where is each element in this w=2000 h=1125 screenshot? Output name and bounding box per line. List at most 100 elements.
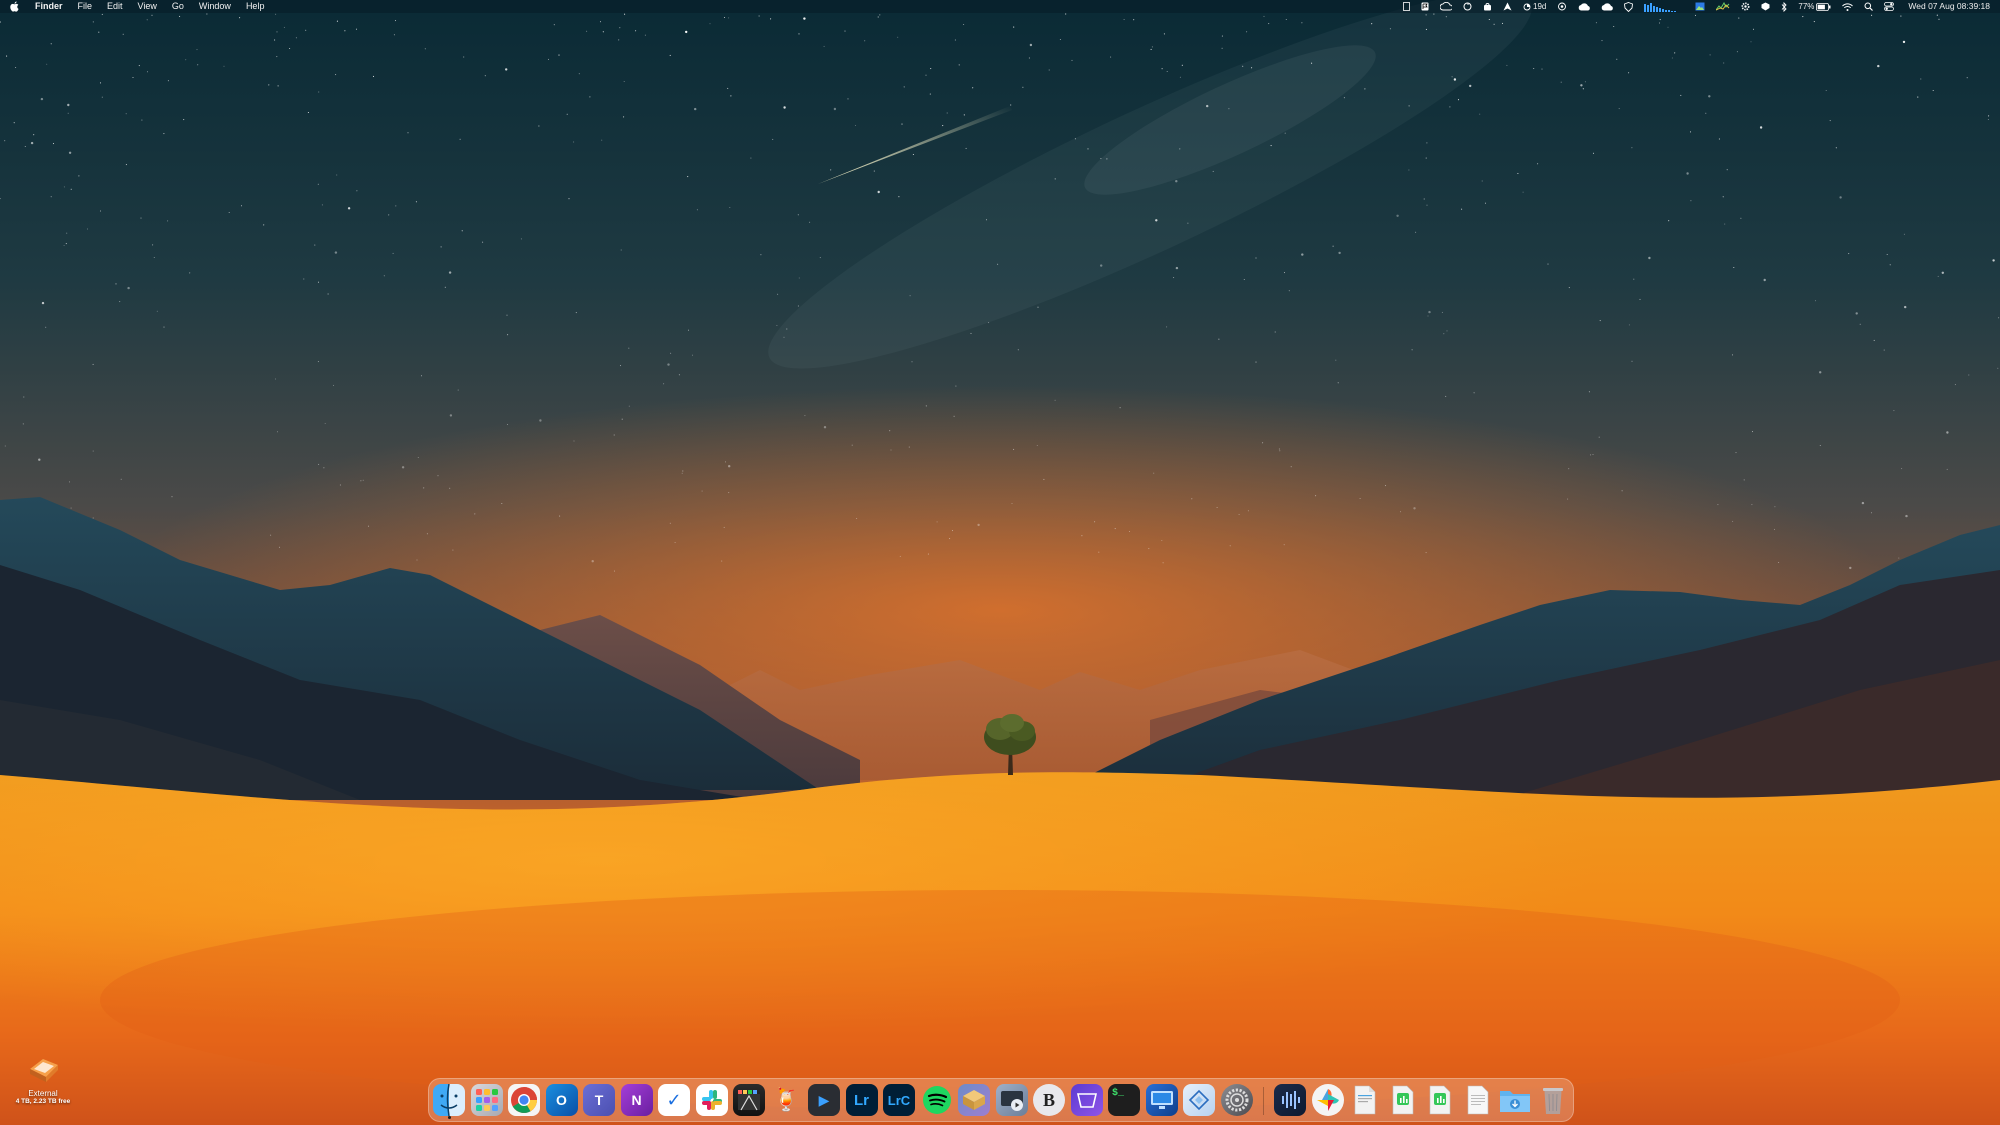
apple-icon[interactable] bbox=[10, 1, 20, 12]
menu-help[interactable]: Help bbox=[246, 0, 265, 13]
dock-onenote[interactable]: N bbox=[620, 1084, 653, 1116]
dock-screen-sharing[interactable] bbox=[1145, 1084, 1178, 1116]
dock-trash[interactable] bbox=[1537, 1084, 1569, 1116]
blueprint-icon bbox=[1188, 1089, 1210, 1111]
dock-notchmeister[interactable] bbox=[1070, 1084, 1103, 1116]
dock-instruments[interactable] bbox=[1183, 1084, 1215, 1116]
dock-final-cut[interactable] bbox=[733, 1084, 765, 1116]
cloud-icon[interactable] bbox=[1578, 0, 1591, 13]
bag-icon[interactable] bbox=[1483, 0, 1492, 13]
weather-cloud-icon[interactable] bbox=[1557, 0, 1567, 13]
dock-document[interactable] bbox=[1349, 1084, 1381, 1116]
menu-clock[interactable]: Wed 07 Aug 08:39:18 bbox=[1908, 0, 1990, 13]
sync-icon[interactable] bbox=[1463, 0, 1472, 13]
dock-numbers-sheet-2[interactable] bbox=[1424, 1084, 1456, 1116]
desktop-wallpaper bbox=[0, 0, 2000, 1125]
menu-edit[interactable]: Edit bbox=[107, 0, 123, 13]
network-graph-icon[interactable] bbox=[1644, 0, 1684, 13]
days-counter[interactable]: 19d bbox=[1523, 0, 1546, 13]
dock-pinwheel[interactable] bbox=[1311, 1084, 1344, 1116]
dock-lightroom-classic[interactable]: LrC bbox=[883, 1084, 915, 1116]
outlook-icon: O bbox=[556, 1092, 567, 1108]
cocktail-icon: 🍹 bbox=[772, 1087, 801, 1112]
text-file-icon bbox=[1467, 1085, 1488, 1115]
dock-cocktail[interactable]: 🍹 bbox=[771, 1084, 803, 1116]
menu-go[interactable]: Go bbox=[172, 0, 184, 13]
todo-icon: ✓ bbox=[666, 1089, 682, 1110]
menu-window[interactable]: Window bbox=[199, 0, 231, 13]
dock-text-file[interactable] bbox=[1462, 1084, 1494, 1116]
launchpad-icon bbox=[475, 1089, 498, 1111]
screen-sharing-icon bbox=[1150, 1091, 1173, 1109]
dock-terminal[interactable]: $_ bbox=[1108, 1084, 1140, 1116]
menu-view[interactable]: View bbox=[138, 0, 157, 13]
chrome-icon bbox=[511, 1087, 537, 1113]
menu-bar-extras: 19d 77% Wed 07 Aug 08:39:18 bbox=[1392, 0, 2000, 13]
finder-icon bbox=[440, 1084, 458, 1116]
flag-icon[interactable] bbox=[1421, 0, 1429, 13]
slack-icon bbox=[701, 1090, 722, 1110]
dock-archive[interactable] bbox=[958, 1084, 990, 1116]
dock-numbers-sheet[interactable] bbox=[1387, 1084, 1419, 1116]
dock-finder-running-dot bbox=[447, 1116, 451, 1119]
lightroom-classic-icon: LrC bbox=[887, 1092, 911, 1108]
downloads-folder-icon bbox=[1500, 1091, 1530, 1112]
dock-lightroom[interactable]: Lr bbox=[845, 1084, 878, 1116]
drive-detail: 4 TB, 2.23 TB free bbox=[15, 1098, 71, 1105]
terminal-icon: $_ bbox=[1112, 1088, 1125, 1099]
pinwheel-icon bbox=[1316, 1089, 1339, 1111]
archive-icon bbox=[963, 1090, 985, 1110]
onenote-icon: N bbox=[631, 1092, 642, 1108]
trash-icon bbox=[1542, 1088, 1563, 1114]
dock-todo[interactable]: ✓ bbox=[658, 1084, 690, 1116]
battery-status[interactable]: 77% bbox=[1798, 0, 1831, 13]
spotify-icon bbox=[922, 1086, 951, 1114]
desktop-drive-external[interactable]: External 4 TB, 2.23 TB free bbox=[8, 1055, 78, 1105]
image-icon[interactable] bbox=[1695, 0, 1705, 13]
lightroom-icon: Lr bbox=[854, 1091, 869, 1109]
dock-separator bbox=[1263, 1087, 1264, 1115]
cloud-sync-icon[interactable] bbox=[1440, 0, 1453, 13]
dock-system-settings[interactable] bbox=[1220, 1084, 1253, 1116]
numbers-sheet-2-icon bbox=[1429, 1085, 1451, 1115]
dock-spotify[interactable] bbox=[921, 1084, 953, 1116]
pie-icon bbox=[1523, 3, 1531, 10]
bluetooth-icon[interactable] bbox=[1781, 0, 1787, 13]
dock-teams[interactable]: T bbox=[583, 1084, 615, 1116]
waveform-icon bbox=[1282, 1091, 1300, 1109]
infuse-icon: ▶ bbox=[818, 1091, 830, 1108]
bell-icon[interactable] bbox=[1761, 0, 1770, 13]
search-icon[interactable] bbox=[1864, 0, 1874, 13]
send-icon[interactable] bbox=[1503, 0, 1512, 13]
dock-screen-recorder[interactable] bbox=[995, 1084, 1028, 1116]
drive-name: External bbox=[28, 1089, 58, 1098]
control-center-icon[interactable] bbox=[1884, 0, 1895, 13]
menu-file[interactable]: File bbox=[78, 0, 93, 13]
gear-icon[interactable] bbox=[1741, 0, 1750, 13]
dock-slack[interactable] bbox=[695, 1084, 728, 1116]
dock-bbedit[interactable]: B bbox=[1033, 1084, 1065, 1116]
numbers-sheet-icon bbox=[1392, 1085, 1413, 1115]
doc-icon[interactable] bbox=[1403, 0, 1410, 13]
cloud-2-icon[interactable] bbox=[1601, 0, 1614, 13]
dock-finder[interactable] bbox=[433, 1084, 465, 1116]
bbedit-icon: B bbox=[1042, 1089, 1055, 1110]
menu-app-name[interactable]: Finder bbox=[35, 0, 63, 13]
external-drive-icon[interactable] bbox=[24, 1055, 62, 1085]
final-cut-icon bbox=[738, 1090, 760, 1111]
dock-outlook[interactable]: O bbox=[545, 1084, 578, 1116]
dock-infuse[interactable]: ▶ bbox=[808, 1084, 840, 1116]
battery-icon bbox=[1816, 2, 1831, 11]
menu-bar: Finder File Edit View Go Window Help 19d… bbox=[0, 0, 2000, 13]
dock-chrome[interactable] bbox=[508, 1084, 540, 1116]
chart-icon[interactable] bbox=[1716, 0, 1730, 13]
dock-downloads[interactable] bbox=[1499, 1084, 1531, 1116]
shield-icon[interactable] bbox=[1624, 0, 1634, 13]
dock-launchpad[interactable] bbox=[470, 1084, 503, 1116]
menu-bar-left: Finder File Edit View Go Window Help bbox=[0, 0, 279, 13]
document-icon bbox=[1354, 1085, 1376, 1115]
wifi-icon[interactable] bbox=[1842, 0, 1854, 13]
notch-icon bbox=[1076, 1093, 1097, 1108]
dock-waveform[interactable] bbox=[1274, 1084, 1306, 1116]
dock: O T N ✓ 🍹 ▶ Lr LrC B $_ bbox=[428, 1078, 1574, 1122]
